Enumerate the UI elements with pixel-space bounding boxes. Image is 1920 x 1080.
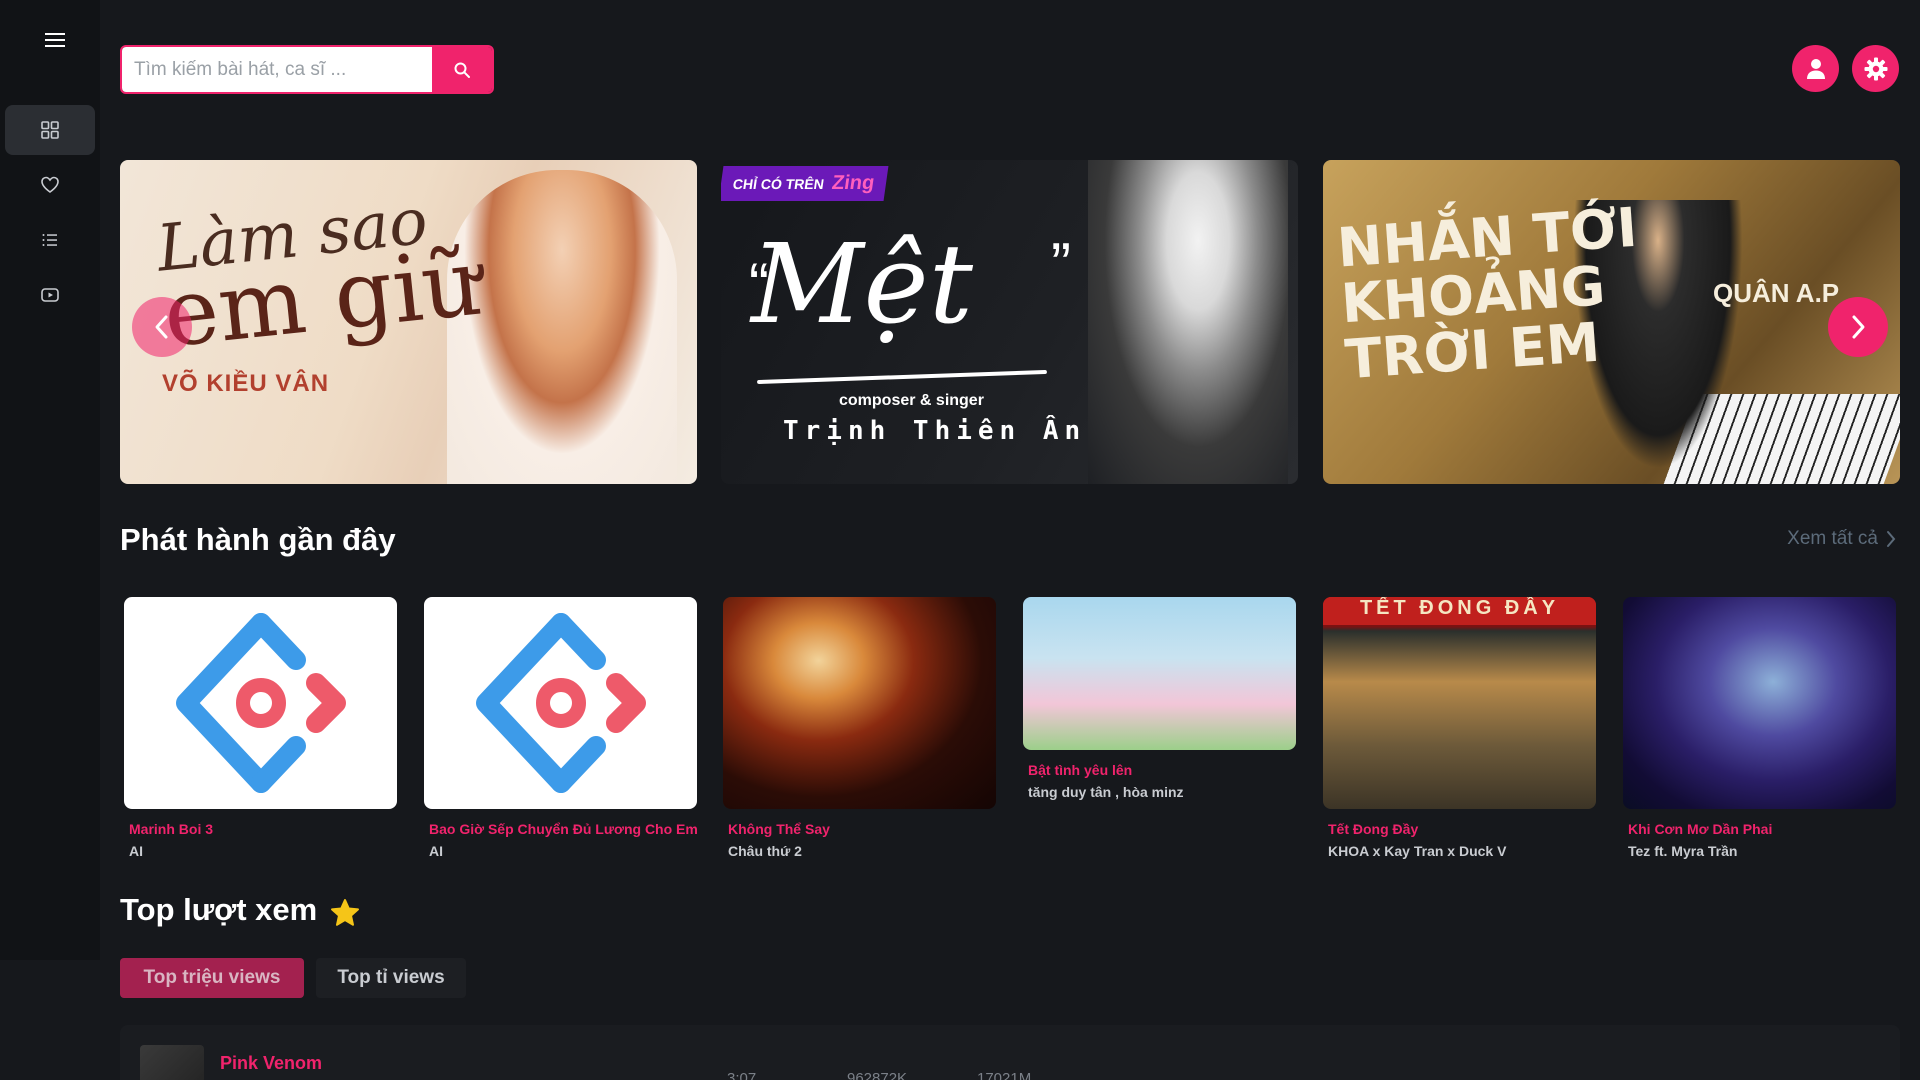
- release-thumbnail: [723, 597, 996, 809]
- release-card[interactable]: Bật tình yêu lên tăng duy tân , hòa minz: [1023, 597, 1296, 800]
- song-thumbnail: [140, 1045, 204, 1080]
- release-artist[interactable]: AI: [129, 843, 397, 859]
- settings-button[interactable]: [1852, 45, 1899, 92]
- see-all-link[interactable]: Xem tất cả: [1787, 528, 1896, 550]
- release-title[interactable]: Bật tình yêu lên: [1028, 762, 1296, 778]
- release-card[interactable]: Bao Giờ Sếp Chuyển Đủ Lương Cho Em AI: [424, 597, 698, 859]
- exclusive-tag: CHỈ CÓ TRÊN Zing: [721, 166, 889, 201]
- release-card[interactable]: TẾT ĐONG ĐẦY Tết Đong Đầy KHOA x Kay Tra…: [1323, 597, 1596, 859]
- release-title[interactable]: Khi Cơn Mơ Dần Phai: [1628, 821, 1896, 837]
- title-underline: [757, 369, 1047, 385]
- release-title[interactable]: Tết Đong Đầy: [1328, 821, 1596, 837]
- release-title[interactable]: Không Thể Say: [728, 821, 996, 837]
- chevron-right-icon: [1852, 315, 1865, 339]
- section-title-recent: Phát hành gần đây: [120, 522, 396, 557]
- grid-icon: [41, 121, 59, 139]
- quote-mark-close: ”: [1051, 231, 1071, 298]
- banner-2[interactable]: CHỈ CÓ TRÊN Zing “ Mệt ” composer & singe…: [721, 160, 1298, 484]
- search-icon: [454, 62, 470, 78]
- search-input[interactable]: [122, 47, 432, 92]
- sidebar-item-favorites[interactable]: [5, 160, 95, 210]
- banner-1[interactable]: Làm sao em giữ VÕ KIỀU VÂN: [120, 160, 697, 484]
- song-duration: 3:07: [727, 1070, 757, 1080]
- song-row[interactable]: Pink Venom 3:07 962872K 17021M: [120, 1025, 1900, 1080]
- banner-artist-name: QUÂN A.P: [1713, 278, 1840, 308]
- carousel-next-button[interactable]: [1828, 297, 1888, 357]
- release-artist[interactable]: Châu thứ 2: [728, 843, 996, 859]
- video-icon: [41, 288, 59, 302]
- chevron-left-icon: [155, 315, 168, 339]
- chevron-right-icon: [1887, 531, 1896, 547]
- sidebar-item-playlist[interactable]: [5, 215, 95, 265]
- release-card[interactable]: Không Thể Say Châu thứ 2: [723, 597, 996, 859]
- release-thumbnail: [1623, 597, 1896, 809]
- release-artist[interactable]: Tez ft. Myra Trần: [1628, 843, 1896, 859]
- thumbnail-title-band: TẾT ĐONG ĐẦY: [1323, 597, 1596, 625]
- release-thumbnail: [424, 597, 697, 809]
- release-artist[interactable]: tăng duy tân , hòa minz: [1028, 784, 1296, 800]
- release-thumbnail: TẾT ĐONG ĐẦY: [1323, 597, 1596, 809]
- sidebar-item-discover[interactable]: [5, 105, 95, 155]
- app-root: Làm sao em giữ VÕ KIỀU VÂN CHỈ CÓ TRÊNZi…: [0, 0, 1920, 1080]
- heart-icon: [41, 176, 59, 193]
- banner-artist-name: VÕ KIỀU VÂN: [162, 370, 330, 397]
- see-all-label: Xem tất cả: [1787, 528, 1878, 549]
- release-artist[interactable]: KHOA x Kay Tran x Duck V: [1328, 843, 1596, 859]
- banner-subtitle: composer & singer: [839, 392, 984, 409]
- ai-logo-icon: [475, 613, 646, 793]
- gear-icon: [1864, 57, 1887, 80]
- sidebar: [0, 0, 100, 960]
- hamburger-menu-icon[interactable]: [40, 28, 70, 52]
- song-likes: 17021M: [977, 1070, 1032, 1080]
- release-thumbnail: [124, 597, 397, 809]
- release-title[interactable]: Bao Giờ Sếp Chuyển Đủ Lương Cho Em: [429, 821, 698, 837]
- star-icon: [331, 899, 359, 926]
- tab-top-million-views[interactable]: Top triệu views: [120, 958, 304, 998]
- sidebar-item-videos[interactable]: [5, 270, 95, 320]
- list-icon: [42, 234, 57, 246]
- banner-artist-photo: [1088, 160, 1288, 484]
- release-artist[interactable]: AI: [429, 843, 697, 859]
- song-views: 962872K: [847, 1070, 908, 1080]
- banner-script-title: Làm sao em giữ: [153, 184, 487, 369]
- user-button[interactable]: [1792, 45, 1839, 92]
- release-thumbnail: [1023, 597, 1296, 750]
- banner-script-title: NHẮN TỚI KHOẢNG TRỜI EM: [1335, 195, 1640, 392]
- banner-artist-name: Trịnh Thiên Ân: [783, 416, 1087, 446]
- search-bar: [120, 45, 494, 94]
- release-title[interactable]: Marinh Boi 3: [129, 821, 397, 837]
- banner-script-title: Mệt: [751, 220, 973, 348]
- release-card[interactable]: Marinh Boi 3 AI: [124, 597, 397, 859]
- tab-top-billion-views[interactable]: Top tỉ views: [316, 958, 466, 998]
- user-icon: [1806, 58, 1825, 79]
- song-title[interactable]: Pink Venom: [220, 1053, 322, 1074]
- release-card[interactable]: Khi Cơn Mơ Dần Phai Tez ft. Myra Trần: [1623, 597, 1896, 859]
- banner-3[interactable]: NHẮN TỚI KHOẢNG TRỜI EM QUÂN A.P: [1323, 160, 1900, 484]
- ai-logo-icon: [175, 613, 346, 793]
- section-title-top: Top lượt xem: [120, 892, 318, 927]
- search-button[interactable]: [432, 47, 492, 92]
- carousel-prev-button[interactable]: [132, 297, 192, 357]
